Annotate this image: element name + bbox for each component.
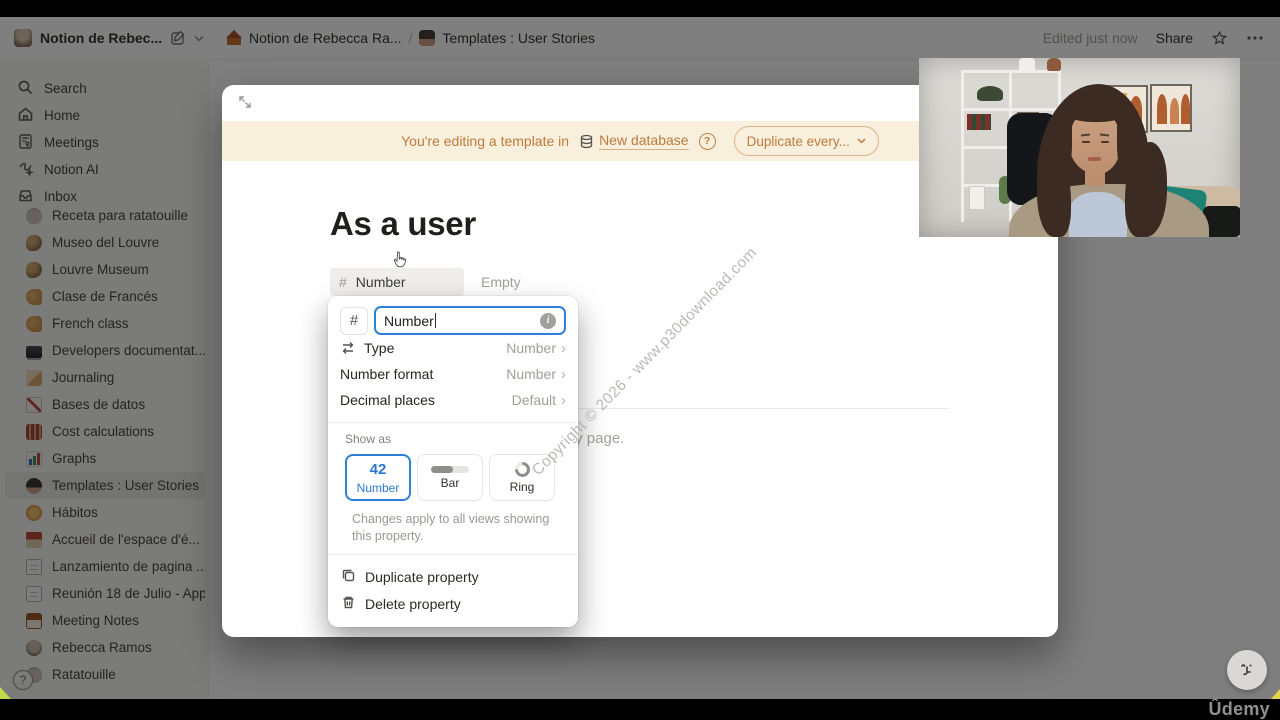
notion-ai-face-button[interactable] bbox=[1227, 650, 1267, 690]
ring-preview-icon bbox=[511, 458, 532, 479]
property-type-symbol[interactable]: # bbox=[340, 307, 368, 335]
option-label: Ring bbox=[510, 480, 535, 494]
property-value[interactable]: Empty bbox=[481, 274, 521, 290]
trash-icon bbox=[341, 595, 356, 613]
udemy-logo: Ûdemy bbox=[1208, 699, 1270, 720]
person-shirt bbox=[1069, 192, 1127, 237]
swap-icon bbox=[340, 340, 356, 356]
show-as-number-option[interactable]: 42 Number bbox=[345, 454, 411, 501]
property-name-input-value: Number bbox=[384, 313, 434, 329]
duplicate-property-item[interactable]: Duplicate property bbox=[328, 564, 578, 591]
text-caret bbox=[435, 313, 437, 328]
chevron-right-icon: › bbox=[561, 393, 566, 408]
chevron-right-icon: › bbox=[561, 341, 566, 356]
letterbox-top bbox=[0, 0, 1280, 17]
info-glyph: i bbox=[547, 315, 550, 326]
banner-help-glyph: ? bbox=[704, 135, 710, 147]
divider bbox=[328, 554, 578, 555]
action-label: Duplicate property bbox=[365, 569, 479, 585]
letterbox-bottom: Ûdemy bbox=[0, 699, 1280, 720]
menu-item-type[interactable]: Type Number › bbox=[328, 335, 578, 361]
vase bbox=[1047, 58, 1061, 71]
property-name-row: # Number i bbox=[328, 306, 578, 335]
menu-item-value: Number bbox=[506, 366, 556, 382]
property-name-input[interactable]: Number i bbox=[374, 306, 566, 335]
duplicate-every-label: Duplicate every... bbox=[747, 134, 850, 149]
menu-item-label: Decimal places bbox=[340, 392, 435, 408]
menu-item-value: Number bbox=[506, 340, 556, 356]
expand-icon[interactable] bbox=[238, 95, 252, 114]
banner-message: You're editing a template in bbox=[401, 133, 569, 149]
banner-help-icon[interactable]: ? bbox=[699, 133, 716, 150]
teapot bbox=[977, 86, 1003, 101]
duplicate-every-button[interactable]: Duplicate every... bbox=[734, 126, 879, 156]
candle-jar bbox=[969, 186, 985, 210]
person-eye bbox=[1101, 141, 1109, 143]
person-lips bbox=[1088, 157, 1101, 161]
database-link[interactable]: New database bbox=[579, 132, 689, 150]
webcam-video bbox=[919, 58, 1240, 237]
divider bbox=[328, 422, 578, 423]
bar-preview-icon bbox=[431, 466, 469, 473]
duplicate-icon bbox=[341, 568, 356, 586]
option-label: Bar bbox=[441, 476, 460, 490]
delete-property-item[interactable]: Delete property bbox=[328, 591, 578, 618]
menu-item-decimal-places[interactable]: Decimal places Default › bbox=[328, 387, 578, 413]
property-name: Number bbox=[356, 274, 406, 290]
menu-item-value: Default bbox=[512, 392, 556, 408]
database-name[interactable]: New database bbox=[599, 132, 689, 150]
action-label: Delete property bbox=[365, 596, 461, 612]
info-icon[interactable]: i bbox=[540, 313, 556, 329]
database-icon bbox=[579, 134, 594, 149]
person-hair-side bbox=[1117, 108, 1132, 170]
number-type-icon: # bbox=[339, 274, 347, 290]
chevron-down-icon bbox=[857, 138, 866, 144]
show-as-caption: Changes apply to all views showing this … bbox=[328, 501, 578, 545]
wall-art-right bbox=[1150, 84, 1192, 132]
option-label: Number bbox=[357, 481, 400, 495]
white-pot bbox=[1019, 58, 1035, 70]
menu-item-label: Type bbox=[364, 340, 394, 356]
ai-face-icon bbox=[1236, 659, 1258, 681]
property-row: # Number Empty bbox=[330, 268, 521, 296]
show-as-label: Show as bbox=[328, 432, 578, 446]
show-as-bar-option[interactable]: Bar bbox=[417, 454, 483, 501]
hash-glyph: # bbox=[350, 312, 358, 329]
menu-item-label: Number format bbox=[340, 366, 433, 382]
chevron-right-icon: › bbox=[561, 367, 566, 382]
screen: Notion de Rebec... Notion de Rebecca Ra.… bbox=[0, 0, 1280, 720]
books bbox=[967, 114, 991, 130]
number-preview: 42 bbox=[370, 461, 387, 478]
person-eye bbox=[1082, 141, 1090, 143]
menu-item-number-format[interactable]: Number format Number › bbox=[328, 361, 578, 387]
page-title[interactable]: As a user bbox=[330, 205, 476, 243]
hand-cursor-icon bbox=[392, 251, 408, 274]
